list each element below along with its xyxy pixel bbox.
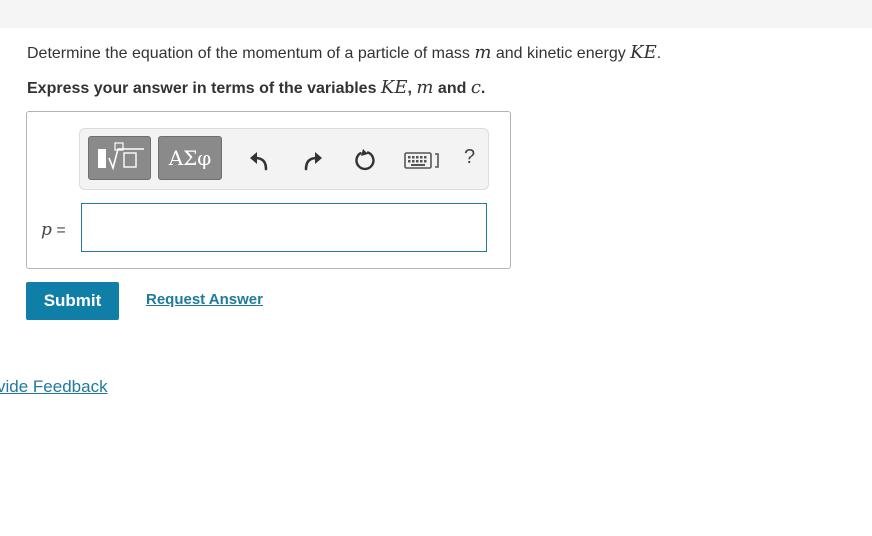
submit-button[interactable]: Submit xyxy=(26,282,119,320)
help-icon[interactable]: ? xyxy=(464,146,475,169)
ke-variable: KE xyxy=(630,42,657,63)
question-suffix: . xyxy=(656,45,662,62)
answer-panel: ΑΣφ ? p = xyxy=(26,111,511,269)
symbols-button[interactable]: ΑΣφ xyxy=(158,136,222,180)
instruction-prefix: Express your answer in terms of the vari… xyxy=(27,80,381,97)
instruction-var-ke: KE xyxy=(380,77,408,98)
keyboard-icon[interactable] xyxy=(404,147,442,173)
provide-feedback-link[interactable]: vide Feedback xyxy=(0,377,108,397)
redo-icon[interactable] xyxy=(300,147,326,173)
question-prefix: Determine the equation of the momentum o… xyxy=(27,45,475,62)
symbols-icon: ΑΣφ xyxy=(168,146,212,170)
question-middle: and kinetic energy xyxy=(491,45,631,62)
undo-icon[interactable] xyxy=(246,147,272,173)
request-answer-link[interactable]: Request Answer xyxy=(146,291,263,308)
mass-variable: m xyxy=(474,42,492,63)
template-icon xyxy=(98,142,144,171)
instruction-sep2: and xyxy=(433,80,471,97)
answer-variable: p xyxy=(41,220,52,240)
template-button[interactable] xyxy=(88,136,151,180)
answer-label: p = xyxy=(41,220,66,240)
top-strip xyxy=(0,0,872,28)
answer-equals: = xyxy=(51,222,66,239)
instruction-var-m: m xyxy=(416,77,434,98)
instruction-var-c: c xyxy=(470,77,481,98)
math-toolbar: ΑΣφ ? xyxy=(79,128,489,190)
instruction-text: Express your answer in terms of the vari… xyxy=(27,77,485,98)
question-text: Determine the equation of the momentum o… xyxy=(27,42,661,63)
instruction-suffix: . xyxy=(480,80,486,97)
answer-input[interactable] xyxy=(81,203,487,252)
reset-icon[interactable] xyxy=(352,147,378,173)
